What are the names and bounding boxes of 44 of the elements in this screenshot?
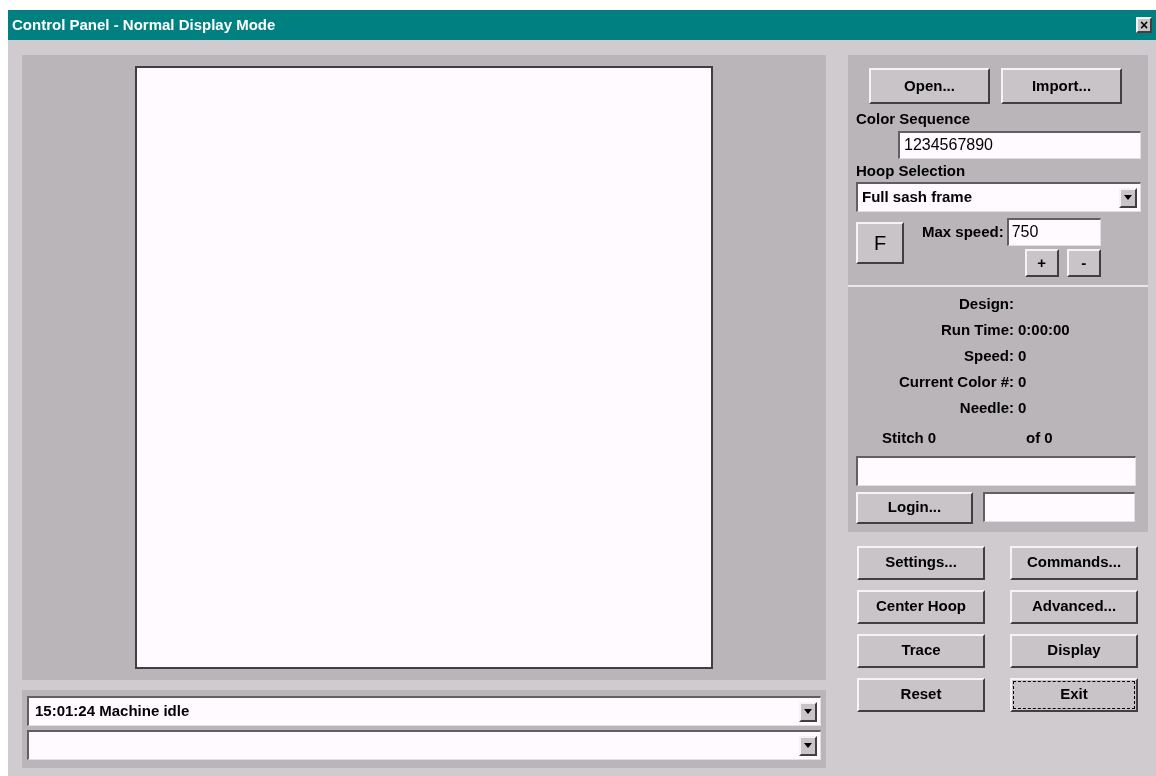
caret-icon [804, 743, 812, 748]
field-label: Max speed: [922, 221, 1004, 242]
status-label: Run Time: [939, 319, 1014, 340]
message-text: 15:01:24 Machine idle [35, 701, 190, 722]
hoop-dropdown[interactable]: Full sash frame [856, 182, 1141, 212]
increase-button[interactable]: + [1024, 249, 1059, 277]
login-button[interactable]: Login... [856, 491, 973, 524]
command-button[interactable]: Exit [1010, 677, 1138, 712]
close-button[interactable]: × [1136, 17, 1152, 33]
command-button[interactable]: Trace [857, 633, 985, 668]
file-button[interactable]: Import... [1001, 68, 1122, 104]
status-value: 0:00:00 [1018, 319, 1070, 340]
color-sequence-field[interactable]: 1234567890 [898, 130, 1141, 159]
command-button[interactable]: Advanced... [1010, 589, 1138, 624]
stitch-total: of 0 [1026, 428, 1053, 448]
dropdown-button[interactable] [799, 701, 817, 722]
status-label: Speed: [963, 345, 1014, 366]
status-label: Needle: [958, 397, 1014, 418]
status-label: Design: [958, 293, 1014, 314]
frame-button[interactable]: F [856, 222, 904, 264]
caret-icon [1124, 195, 1132, 200]
message-combo[interactable]: 15:01:24 Machine idle [27, 696, 821, 726]
caret-icon [804, 709, 812, 714]
status-value: 0 [1018, 345, 1027, 366]
command-button[interactable]: Center Hoop [857, 589, 985, 624]
command-button[interactable]: Commands... [1010, 545, 1138, 580]
window-title: Control Panel - Normal Display Mode [12, 14, 276, 35]
status-value: 0 [1018, 397, 1027, 418]
login-field[interactable] [983, 491, 1135, 522]
speed-field[interactable]: 750 [1006, 218, 1101, 246]
command-button[interactable]: Display [1010, 633, 1138, 668]
dropdown-button[interactable] [1119, 187, 1137, 208]
file-button[interactable]: Open... [869, 68, 990, 104]
dropdown-button[interactable] [799, 735, 817, 756]
status-label: Current Color #: [898, 371, 1014, 392]
field-label: Color Sequence [856, 109, 972, 129]
command-button[interactable]: Reset [857, 677, 985, 712]
command-button[interactable]: Settings... [857, 545, 985, 580]
stitch-count: Stitch 0 [882, 428, 938, 448]
status-value: 0 [1018, 371, 1027, 392]
decrease-button[interactable]: - [1066, 249, 1101, 277]
message-combo[interactable] [27, 730, 821, 760]
field-label: Hoop Selection [856, 160, 967, 181]
dropdown-value: Full sash frame [862, 187, 973, 208]
